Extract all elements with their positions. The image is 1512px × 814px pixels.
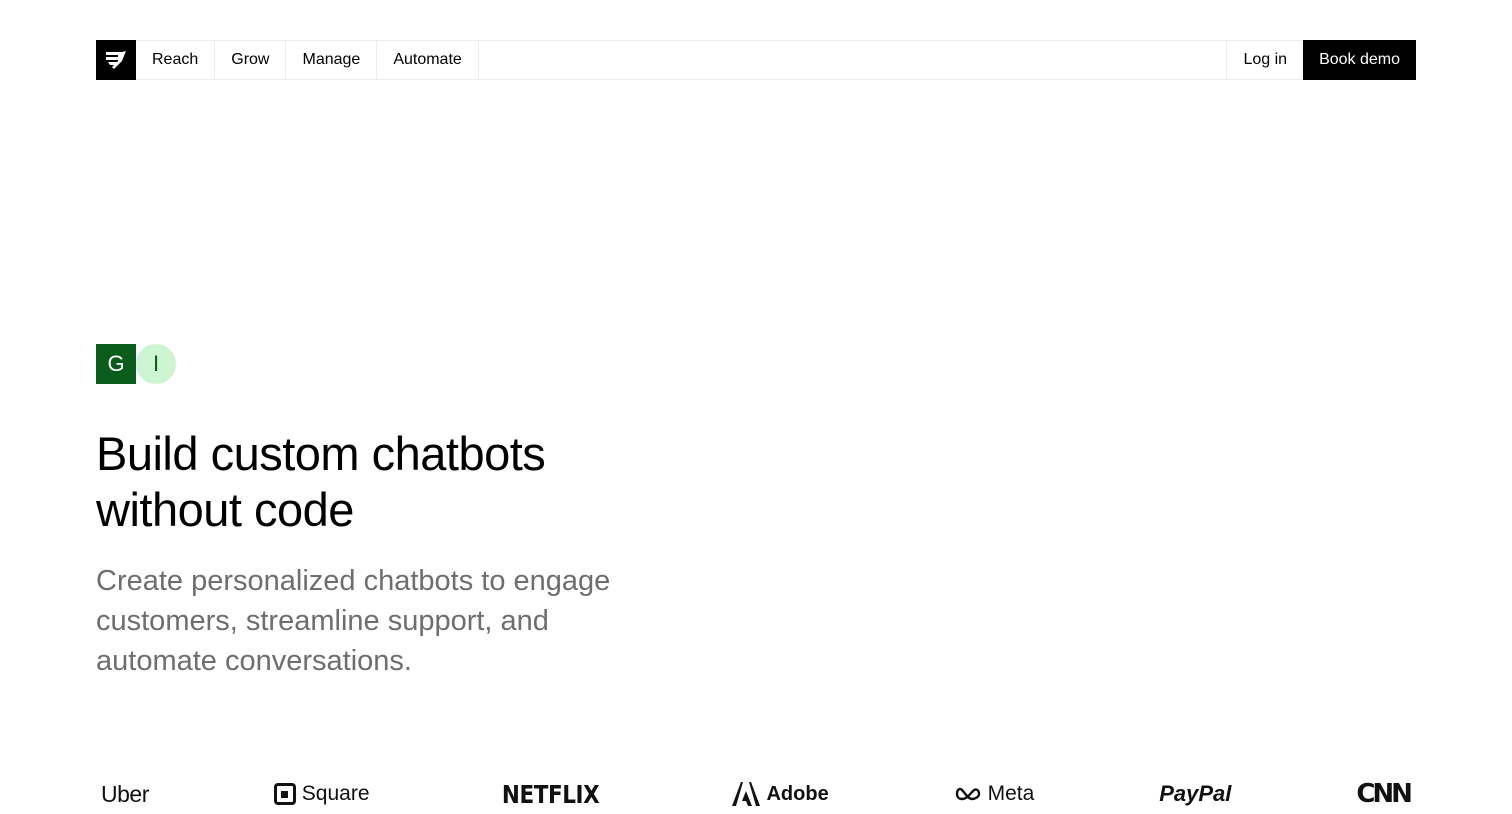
book-demo-button[interactable]: Book demo xyxy=(1303,40,1416,80)
adobe-icon xyxy=(732,782,761,806)
nav-item-grow[interactable]: Grow xyxy=(215,41,287,79)
netflix-logo-text: NETFLIX xyxy=(502,779,600,809)
hero-badges: G I xyxy=(96,344,176,384)
nav-item-reach[interactable]: Reach xyxy=(136,41,216,79)
uber-logo-text: Uber xyxy=(101,780,149,807)
adobe-logo: Adobe xyxy=(732,782,829,806)
nav-actions: Log in Book demo xyxy=(1226,40,1416,80)
badge-i: I xyxy=(136,344,176,384)
paypal-logo-text: PayPal xyxy=(1159,781,1232,806)
square-icon xyxy=(273,783,296,805)
uber-logo: Uber xyxy=(96,781,149,808)
brand-logo-icon xyxy=(106,51,126,69)
hero-subhead: Create personalized chatbots to engage c… xyxy=(96,565,611,677)
cnn-logo: CNN xyxy=(1356,779,1416,809)
square-logo: Square xyxy=(273,782,370,806)
headline-line-1: Build custom chatbots xyxy=(96,427,546,480)
adobe-logo-text: Adobe xyxy=(766,782,829,805)
paypal-logo: PayPal xyxy=(1159,781,1231,807)
cnn-logo-text: CNN xyxy=(1356,779,1413,809)
nav-item-manage[interactable]: Manage xyxy=(286,41,378,79)
meta-infinity-icon xyxy=(955,787,980,801)
customer-logos: Uber Square NETFLIX Adobe Meta PayPal CN… xyxy=(96,774,1416,814)
hero-headline: Build custom chatbots without code xyxy=(96,426,656,538)
brand-logo[interactable] xyxy=(96,40,136,80)
netflix-logo: NETFLIX xyxy=(502,779,600,809)
headline-line-2: without code xyxy=(96,483,354,536)
square-logo-text: Square xyxy=(301,782,370,805)
login-link[interactable]: Log in xyxy=(1226,41,1303,79)
nav-item-automate[interactable]: Automate xyxy=(377,41,479,79)
badge-g: G xyxy=(96,344,136,384)
top-navigation: Reach Grow Manage Automate Log in Book d… xyxy=(96,40,1416,80)
meta-logo-text: Meta xyxy=(987,782,1035,805)
meta-logo: Meta xyxy=(954,782,1035,806)
